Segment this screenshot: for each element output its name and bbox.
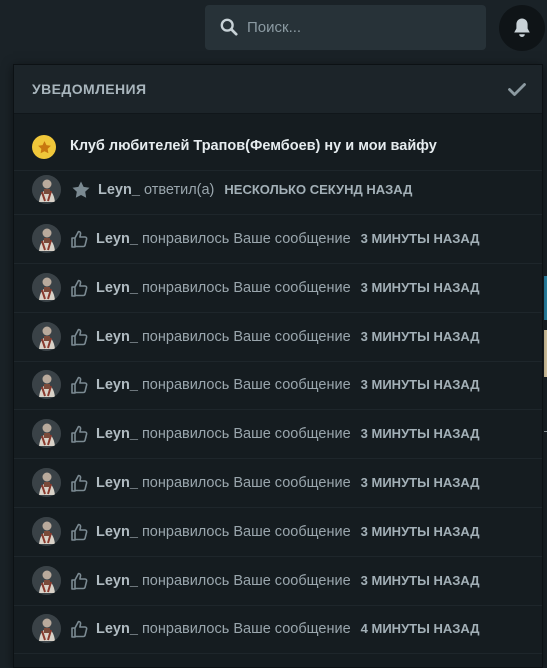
top-bar [0,0,547,58]
notification-like[interactable]: Leyn_ понравилось Ваше сообщение 3 МИНУТ… [14,215,542,264]
avatar[interactable] [32,321,61,351]
username-link[interactable]: Leyn_ [96,426,138,442]
notification-like[interactable]: Leyn_ понравилось Ваше сообщение 3 МИНУТ… [14,508,542,557]
notification-time: 3 МИНУТЫ НАЗАД [360,328,480,344]
thumbs-up-icon [71,279,88,297]
notification-time: 3 МИНУТЫ НАЗАД [360,231,480,246]
notification-action: понравилось Ваше сообщение [141,572,351,589]
notification-text: Leyn_ понравилось Ваше сообщение 3 МИНУТ… [96,573,480,589]
notification-action: понравилось Ваше сообщение [141,377,351,394]
club-notification-text: Клуб любителей Трапов(Фембоев) ну и мои … [70,138,437,154]
thumbs-up-icon [71,328,88,346]
username-link[interactable]: Leyn_ [96,475,138,491]
username-link[interactable]: Leyn_ [98,182,140,198]
notification-text: Leyn_ понравилось Ваше сообщение 3 МИНУТ… [96,475,480,491]
notification-text: Leyn_ понравилось Ваше сообщение 3 МИНУТ… [96,231,480,247]
notification-time: 3 МИНУТЫ НАЗАД [360,426,480,442]
avatar[interactable] [32,468,61,497]
thumbs-up-icon [71,425,88,443]
bell-icon [514,18,530,37]
username-link[interactable]: Leyn_ [96,377,138,393]
notification-text: Leyn_ понравилось Ваше сообщение 4 МИНУТ… [96,621,480,637]
notification-time: 3 МИНУТЫ НАЗАД [360,279,480,295]
notification-text: Leyn_ ответил(а) НЕСКОЛЬКО СЕКУНД НАЗАД [98,182,412,198]
notification-like[interactable]: Leyn_ понравилось Ваше сообщение 3 МИНУТ… [14,459,542,508]
avatar[interactable] [32,614,61,644]
thumbs-up-icon [71,523,88,541]
notification-like[interactable]: Leyn_ понравилось Ваше сообщение 3 МИНУТ… [14,361,542,411]
notification-action: ответил(а) [143,182,215,198]
notification-text: Leyn_ понравилось Ваше сообщение 3 МИНУТ… [96,426,480,442]
notification-like[interactable]: Leyn_ понравилось Ваше сообщение 3 МИНУТ… [14,313,542,362]
username-link[interactable]: Leyn_ [96,329,138,345]
thumbs-up-icon [71,572,88,590]
avatar[interactable] [32,272,61,302]
search-input[interactable] [247,5,477,50]
thumbs-up-icon [71,474,88,492]
notification-text: Leyn_ понравилось Ваше сообщение 3 МИНУТ… [96,280,480,296]
username-link[interactable]: Leyn_ [96,573,138,589]
notification-like[interactable]: Leyn_ понравилось Ваше сообщение 4 МИНУТ… [14,605,542,655]
avatar[interactable] [32,419,61,449]
search-icon [220,18,238,36]
avatar[interactable] [32,370,61,400]
notification-action: понравилось Ваше сообщение [141,328,351,345]
thumbs-up-icon [71,230,88,248]
thumbs-up-icon [71,621,88,639]
star-icon [72,181,90,198]
avatar[interactable] [32,516,61,546]
notification-action: понравилось Ваше сообщение [141,621,351,638]
notification-club[interactable]: Клуб любителей Трапов(Фембоев) ну и мои … [14,122,542,171]
notification-time: НЕСКОЛЬКО СЕКУНД НАЗАД [224,182,413,197]
notifications-header: УВЕДОМЛЕНИЯ [14,65,542,114]
notification-reply[interactable]: Leyn_ ответил(а) НЕСКОЛЬКО СЕКУНД НАЗАД [14,166,542,215]
username-link[interactable]: Leyn_ [96,231,138,247]
notification-like[interactable]: Leyn_ понравилось Ваше сообщение 3 МИНУТ… [14,557,542,606]
notification-action: понравилось Ваше сообщение [141,426,351,443]
notifications-bell-button[interactable] [499,5,545,51]
notification-time: 3 МИНУТЫ НАЗАД [360,523,480,539]
avatar[interactable] [32,565,61,595]
notification-time: 4 МИНУТЫ НАЗАД [360,621,480,637]
username-link[interactable]: Leyn_ [96,621,138,637]
notification-text: Leyn_ понравилось Ваше сообщение 3 МИНУТ… [96,329,480,345]
notification-like[interactable]: Leyn_ понравилось Ваше сообщение 3 МИНУТ… [14,410,542,460]
notification-action: понравилось Ваше сообщение [141,279,351,296]
notifications-dropdown: УВЕДОМЛЕНИЯ Клуб любителей Трапов(Фембое… [13,64,543,668]
avatar[interactable] [32,175,61,204]
thumbs-up-icon [71,377,88,395]
notification-time: 3 МИНУТЫ НАЗАД [360,475,480,490]
notification-text: Leyn_ понравилось Ваше сообщение 3 МИНУТ… [96,377,480,393]
check-icon[interactable] [507,79,527,99]
search-box[interactable] [205,5,486,50]
username-link[interactable]: Leyn_ [96,280,138,296]
notification-time: 3 МИНУТЫ НАЗАД [360,572,480,588]
notification-time: 3 МИНУТЫ НАЗАД [360,377,480,393]
notifications-title: УВЕДОМЛЕНИЯ [32,81,147,97]
username-link[interactable]: Leyn_ [96,524,138,540]
star-icon [32,135,56,159]
notification-action: понравилось Ваше сообщение [141,523,351,540]
notification-action: понравилось Ваше сообщение [141,475,351,491]
avatar[interactable] [32,224,61,253]
notification-action: понравилось Ваше сообщение [141,231,351,247]
notification-like[interactable]: Leyn_ понравилось Ваше сообщение 3 МИНУТ… [14,264,542,313]
notification-text: Leyn_ понравилось Ваше сообщение 3 МИНУТ… [96,524,480,540]
